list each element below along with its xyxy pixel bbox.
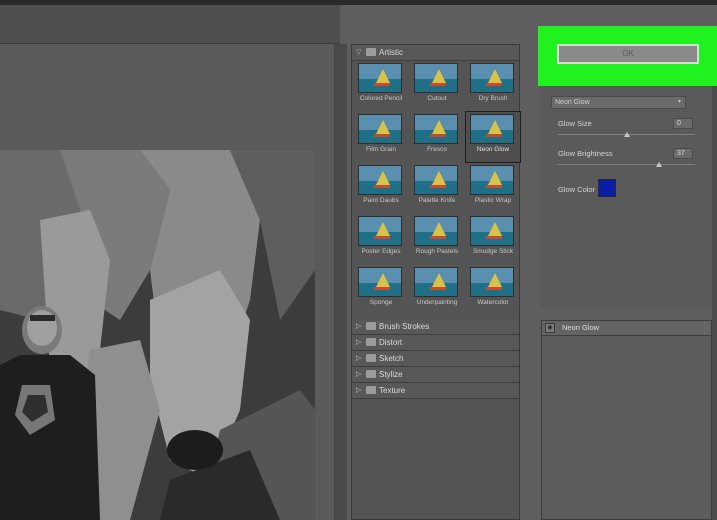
glow-brightness-slider-handle[interactable] — [656, 162, 662, 167]
category-sketch[interactable]: ▷ Sketch — [352, 351, 519, 367]
glow-color-label: Glow Color — [558, 185, 596, 194]
expand-triangle-icon[interactable]: ▷ — [356, 335, 361, 350]
filter-preview-image — [358, 165, 402, 195]
category-label: Distort — [379, 338, 403, 347]
category-artistic[interactable]: ▽ Artistic — [352, 45, 519, 61]
category-label: Stylize — [379, 370, 403, 379]
preview-scrollbar[interactable] — [334, 44, 347, 520]
dialog-toolbar — [0, 5, 340, 44]
glow-brightness-slider[interactable] — [558, 164, 695, 165]
glow-size-label: Glow Size — [558, 119, 592, 128]
filter-thumb[interactable]: Neon Glow — [465, 111, 521, 163]
filter-thumb-label: Cutout — [427, 95, 447, 102]
filter-preview-image — [470, 114, 514, 144]
filter-thumb[interactable]: Cutout — [410, 61, 464, 111]
folder-icon — [366, 354, 376, 362]
filter-thumb-label: Paint Daubs — [363, 197, 399, 204]
filter-preview-image — [358, 63, 402, 93]
folder-icon — [366, 322, 376, 330]
category-stylize[interactable]: ▷ Stylize — [352, 367, 519, 383]
filter-preview-image — [470, 165, 514, 195]
filter-dropdown[interactable]: Neon Glow ▾ — [551, 96, 686, 109]
collapse-triangle-icon[interactable]: ▽ — [356, 45, 361, 60]
filter-thumb-label: Fresco — [427, 146, 447, 153]
category-distort[interactable]: ▷ Distort — [352, 335, 519, 351]
filter-thumb-label: Plastic Wrap — [474, 197, 512, 204]
settings-scrollbar[interactable] — [712, 86, 717, 520]
preview-image[interactable] — [0, 150, 315, 520]
filter-thumb-label: Poster Edges — [361, 248, 401, 255]
filter-preview-image — [470, 267, 514, 297]
expand-triangle-icon[interactable]: ▷ — [356, 319, 361, 334]
filter-preview-image — [358, 267, 402, 297]
folder-icon — [366, 386, 376, 394]
filter-preview-image — [414, 63, 458, 93]
filter-preview-image — [358, 114, 402, 144]
filter-preview-image — [414, 165, 458, 195]
eye-icon[interactable]: ◉ — [545, 323, 555, 333]
glow-brightness-label: Glow Brightness — [558, 149, 613, 158]
filter-thumb[interactable]: Underpainting — [410, 265, 464, 315]
filter-thumb[interactable]: Palette Knife — [410, 163, 464, 213]
category-label: Artistic — [379, 48, 403, 57]
filter-thumb[interactable]: Smudge Stick — [466, 214, 520, 264]
expand-triangle-icon[interactable]: ▷ — [356, 383, 361, 398]
folder-icon — [366, 48, 376, 56]
filter-preview-image — [414, 114, 458, 144]
filter-thumb[interactable]: Watercolor — [466, 265, 520, 315]
expand-triangle-icon[interactable]: ▷ — [356, 367, 361, 382]
effect-layers-panel — [541, 320, 712, 520]
chevron-down-icon: ▾ — [677, 99, 681, 105]
filter-thumb[interactable]: Plastic Wrap — [466, 163, 520, 213]
glow-size-input[interactable]: 0 — [673, 118, 693, 129]
category-brush-strokes[interactable]: ▷ Brush Strokes — [352, 319, 519, 335]
folder-icon — [366, 370, 376, 378]
category-texture[interactable]: ▷ Texture — [352, 383, 519, 399]
filter-thumb-label: Dry Brush — [478, 95, 508, 102]
filter-preview-image — [358, 216, 402, 246]
filter-thumb[interactable]: Sponge — [354, 265, 408, 315]
filter-thumb-label: Palette Knife — [418, 197, 456, 204]
category-label: Brush Strokes — [379, 322, 430, 331]
filter-preview-image — [470, 63, 514, 93]
filter-thumb-label: Sponge — [369, 299, 393, 306]
filter-thumb[interactable]: Rough Pastels — [410, 214, 464, 264]
filter-thumb-label: Smudge Stick — [472, 248, 514, 255]
filter-thumb[interactable]: Fresco — [410, 112, 464, 162]
filter-gallery-panel: ▽ Artistic Colored Pencil Cutout Dry Brush… — [351, 44, 521, 520]
filter-preview-image — [470, 216, 514, 246]
filter-thumb[interactable]: Dry Brush — [466, 61, 520, 111]
filter-dropdown-value: Neon Glow — [555, 99, 590, 106]
filter-thumb-label: Underpainting — [416, 299, 458, 306]
filter-thumb[interactable]: Paint Daubs — [354, 163, 408, 213]
filter-preview-image — [414, 216, 458, 246]
filter-thumb-label: Film Grain — [366, 146, 396, 153]
filter-thumb-label: Colored Pencil — [359, 95, 403, 102]
folder-icon — [366, 338, 376, 346]
category-label: Texture — [379, 386, 406, 395]
ok-button[interactable]: OK — [557, 44, 699, 64]
filter-thumb-label: Rough Pastels — [415, 248, 459, 255]
filter-preview-image — [414, 267, 458, 297]
filter-thumb[interactable]: Colored Pencil — [354, 61, 408, 111]
expand-triangle-icon[interactable]: ▷ — [356, 351, 361, 366]
glow-size-slider-handle[interactable] — [624, 132, 630, 137]
effect-layer-row[interactable]: Neon Glow — [542, 321, 711, 336]
filter-thumb[interactable]: Poster Edges — [354, 214, 408, 264]
filter-thumb-label: Watercolor — [477, 299, 509, 306]
glow-brightness-input[interactable]: 37 — [673, 148, 693, 159]
effect-layer-label: Neon Glow — [562, 323, 600, 332]
filter-thumb[interactable]: Film Grain — [354, 112, 408, 162]
category-label: Sketch — [379, 354, 404, 363]
filter-thumb-label: Neon Glow — [476, 146, 510, 153]
glow-color-swatch[interactable] — [598, 179, 616, 197]
